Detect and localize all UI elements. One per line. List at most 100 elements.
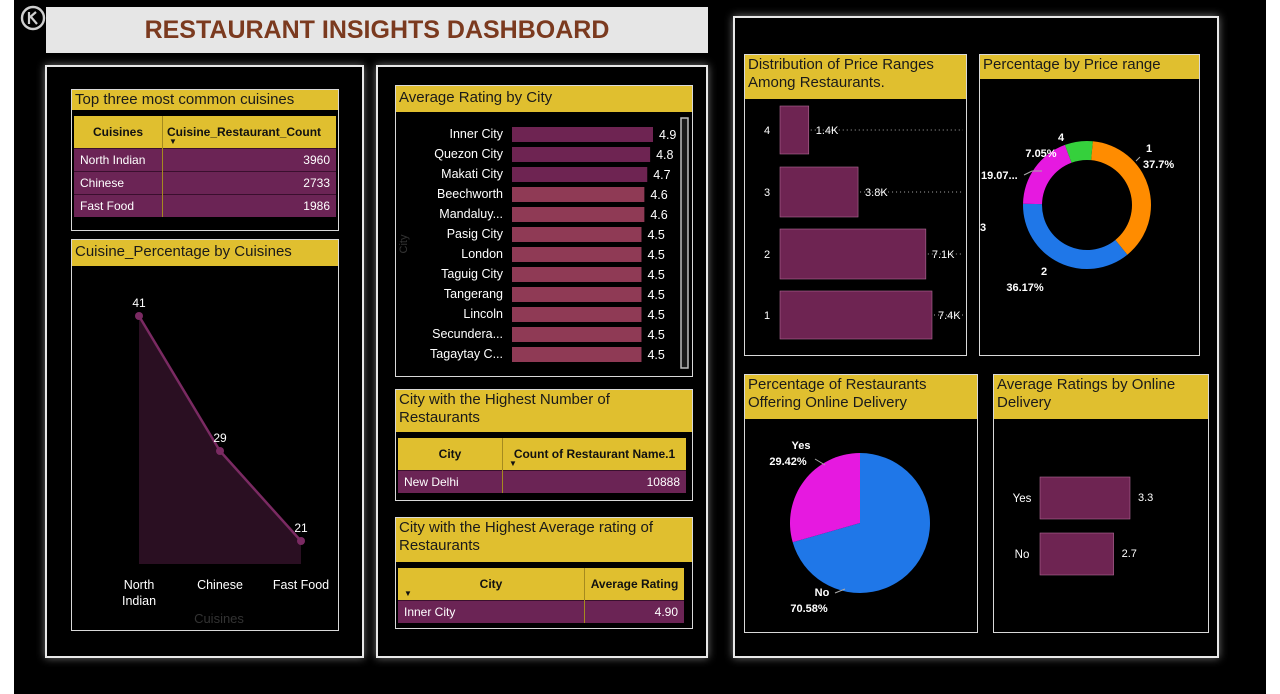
sort-desc-icon[interactable]: ▼	[404, 590, 412, 598]
data-label: 4.5	[647, 308, 664, 322]
top-cuisines-table: Cuisines Cuisine_Restaurant_Count ▼ Nort…	[74, 116, 336, 217]
left-edge	[0, 0, 14, 694]
sort-desc-icon[interactable]: ▼	[169, 138, 177, 146]
donut-slice	[1091, 141, 1151, 255]
online-delivery-pie-chart: Yes 29.42% No 70.58%	[769, 440, 930, 615]
y-tick-label: Lincoln	[463, 307, 503, 321]
table-cell: 1986	[162, 194, 336, 217]
column-header-city[interactable]: City	[398, 438, 503, 471]
online-delivery-panel: Percentage of Restaurants Offering Onlin…	[744, 374, 978, 633]
column-header-count-restaurant-label: Count of Restaurant Name.1	[513, 447, 676, 461]
ratings-online-title: Average Ratings by Online Delivery	[994, 375, 1208, 419]
legend-category: 3	[980, 222, 986, 234]
table-cell: 2733	[162, 171, 336, 195]
bar	[512, 327, 642, 342]
data-label: 4.8	[656, 148, 673, 162]
column-header-city[interactable]: City ▼	[398, 568, 585, 601]
y-tick-label: Tagaytay C...	[430, 347, 503, 361]
y-tick-label: London	[461, 247, 503, 261]
scrollbar-track[interactable]	[681, 118, 688, 368]
avg-rating-city-title: Average Rating by City	[396, 86, 692, 112]
bar	[512, 347, 642, 362]
data-label: 2.7	[1122, 548, 1137, 560]
table-cell: 4.90	[584, 600, 684, 623]
price-percentage-panel: Percentage by Price range 1 37.7% 2 36.17% 3…	[979, 54, 1200, 356]
bar	[779, 166, 859, 218]
bar	[779, 290, 933, 340]
data-label: 29.42%	[769, 456, 807, 468]
y-tick-label: Beechworth	[437, 187, 503, 201]
data-label: 1.4K	[816, 125, 839, 137]
data-label: 70.58%	[790, 603, 828, 615]
data-label: 19.07...	[981, 170, 1018, 182]
bar	[779, 105, 810, 155]
y-tick-label: Pasig City	[447, 227, 504, 241]
data-label: 3.3	[1138, 492, 1153, 504]
data-label: 7.4K	[938, 310, 961, 322]
x-tick-label: Indian	[122, 594, 156, 608]
cuisine-percentage-title: Cuisine_Percentage by Cuisines	[72, 240, 338, 266]
table-row[interactable]: North Indian 3960	[74, 148, 336, 172]
data-label: 7.1K	[932, 249, 955, 261]
table-cell: North Indian	[74, 148, 163, 172]
table-cell: Fast Food	[74, 194, 163, 217]
avg-rating-city-chart: City Inner City 4.9 Quezon City 4.8 Makati C…	[398, 117, 689, 369]
logo-icon	[20, 5, 46, 31]
table-row[interactable]: New Delhi 10888	[398, 470, 686, 493]
y-tick-label: Quezon City	[434, 147, 504, 161]
data-label: 4.5	[647, 228, 664, 242]
table-row[interactable]: Inner City 4.90	[398, 600, 684, 623]
data-label: 4.5	[647, 348, 664, 362]
bar	[779, 228, 927, 280]
column-header-city-label: City	[479, 577, 503, 591]
price-distribution-title: Distribution of Price Ranges Among Resta…	[745, 55, 966, 99]
highest-rating-city-panel: City with the Highest Average rating of …	[395, 517, 693, 629]
price-distribution-panel: Distribution of Price Ranges Among Resta…	[744, 54, 967, 356]
y-tick-label: 1	[764, 310, 770, 322]
y-tick-label: Taguig City	[441, 267, 504, 281]
price-percentage-donut-chart: 1 37.7% 2 36.17% 3 19.07... 47.05%	[980, 132, 1174, 294]
bar	[512, 167, 648, 182]
legend-category: Yes	[792, 440, 811, 452]
table-row[interactable]: Fast Food 1986	[74, 194, 336, 217]
right-edge	[1266, 0, 1280, 694]
legend-category: 4	[1058, 132, 1065, 144]
legend-category: 1	[1146, 143, 1152, 155]
bar	[512, 247, 642, 262]
data-point	[135, 312, 143, 320]
column-header-count-restaurant[interactable]: Count of Restaurant Name.1 ▼	[502, 438, 686, 471]
bar	[512, 267, 642, 282]
legend-category: No	[815, 587, 830, 599]
column-header-count[interactable]: Cuisine_Restaurant_Count ▼	[162, 116, 336, 149]
avg-rating-city-panel: Average Rating by City City Inner City 4.…	[395, 85, 693, 377]
leader-line	[814, 458, 826, 466]
highest-count-city-table: City Count of Restaurant Name.1 ▼ New De…	[398, 438, 686, 493]
x-axis-title: Cuisines	[194, 611, 244, 626]
y-tick-label: Makati City	[441, 167, 504, 181]
price-distribution-chart: 4 1.4K 3 3.8K 2 7.1K 1 7.4K	[764, 105, 963, 340]
table-cell: New Delhi	[398, 470, 503, 493]
y-axis-title: City	[398, 234, 410, 253]
data-point	[297, 537, 305, 545]
top-cuisines-panel: Top three most common cuisines Cuisines …	[71, 89, 339, 231]
y-tick-label: Secundera...	[432, 327, 503, 341]
y-tick-label: Yes	[1013, 493, 1032, 505]
data-label: 29	[213, 431, 227, 445]
data-label: 4.7	[653, 168, 670, 182]
header-bar: RESTAURANT INSIGHTS DASHBOARD	[46, 7, 708, 53]
highest-rating-city-title: City with the Highest Average rating of …	[396, 518, 692, 562]
table-row[interactable]: Chinese 2733	[74, 171, 336, 195]
data-label: 7.05%	[1025, 148, 1056, 160]
data-label: 37.7%	[1143, 159, 1174, 171]
bar	[1039, 532, 1114, 576]
sort-desc-icon[interactable]: ▼	[509, 460, 517, 468]
column-header-average-rating[interactable]: Average Rating	[584, 568, 684, 601]
bar	[512, 187, 645, 202]
data-label: 41	[132, 296, 146, 310]
data-label: 4.6	[650, 188, 667, 202]
column-header-cuisines[interactable]: Cuisines	[74, 116, 163, 149]
highest-rating-city-table: City ▼ Average Rating Inner City 4.90	[398, 568, 684, 623]
bar	[1039, 476, 1131, 520]
page-title: RESTAURANT INSIGHTS DASHBOARD	[144, 16, 610, 44]
bar	[512, 307, 642, 322]
